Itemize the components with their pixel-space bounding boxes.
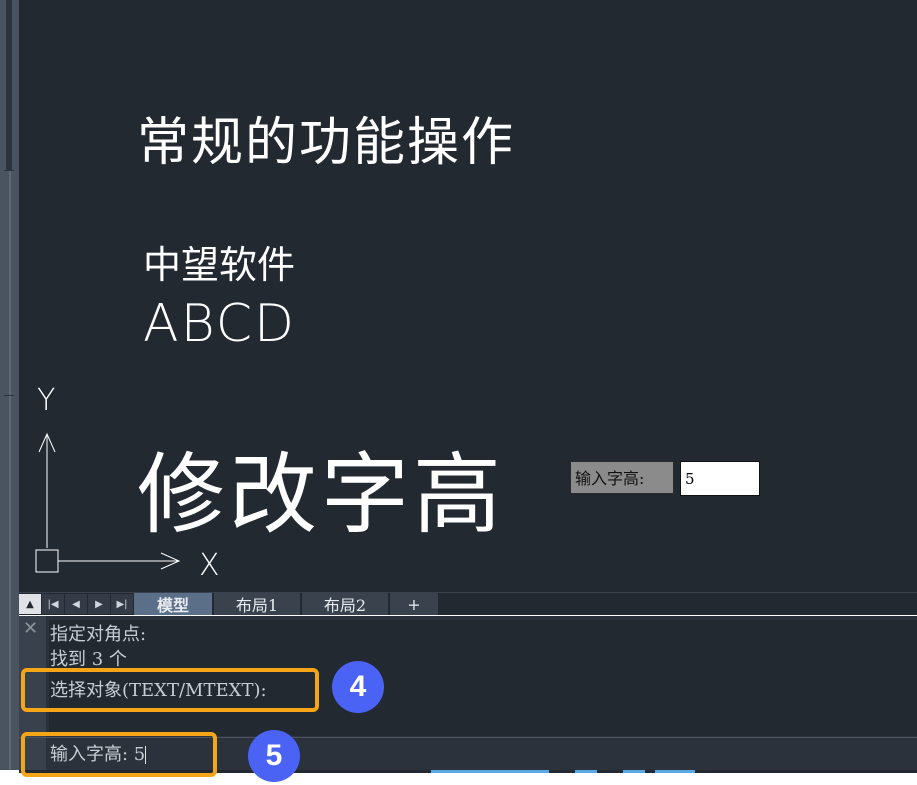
dynamic-input-tooltip: 输入字高:: [570, 461, 760, 496]
scroll-up-icon[interactable]: ▲: [19, 594, 42, 614]
highlight-step4: [21, 668, 319, 712]
scrollbar-thumb[interactable]: [6, 0, 12, 170]
drawing-canvas[interactable]: 常规的功能操作 中望软件 ABCD 修改字高 Y X 输入字高:: [19, 0, 917, 592]
dynamic-input-label: 输入字高:: [570, 461, 674, 494]
status-indicator: [431, 770, 549, 773]
status-indicator: [623, 770, 645, 773]
tab-model[interactable]: 模型: [134, 593, 212, 615]
last-tab-icon[interactable]: ▶|: [111, 594, 134, 614]
scrollbar-track: [9, 170, 11, 770]
close-icon[interactable]: ✕: [23, 620, 38, 638]
status-indicator: [655, 770, 695, 773]
tab-layout1[interactable]: 布局1: [214, 593, 300, 615]
scrollbar-tick: [4, 170, 14, 171]
tab-layout2[interactable]: 布局2: [302, 593, 388, 615]
dynamic-input-field[interactable]: [680, 461, 760, 496]
ucs-x-label: X: [199, 548, 220, 583]
step-badge-5: 5: [248, 730, 300, 782]
scrollbar-tick: [4, 395, 14, 396]
ucs-y-label: Y: [37, 383, 55, 418]
next-tab-icon[interactable]: ▶: [88, 594, 111, 614]
ucs-icon: Y X: [35, 383, 220, 583]
history-line: 指定对角点:: [50, 624, 147, 645]
add-layout-tab[interactable]: +: [390, 593, 438, 615]
first-tab-icon[interactable]: |◀: [42, 594, 65, 614]
layout-tabbar: ▲ |◀ ◀ ▶ ▶| 模型 布局1 布局2 +: [19, 592, 917, 615]
prev-tab-icon[interactable]: ◀: [65, 594, 88, 614]
highlight-step5: [21, 732, 217, 777]
left-scrollbar[interactable]: [0, 0, 19, 770]
step-badge-4: 4: [332, 661, 384, 713]
status-indicator: [575, 770, 597, 773]
